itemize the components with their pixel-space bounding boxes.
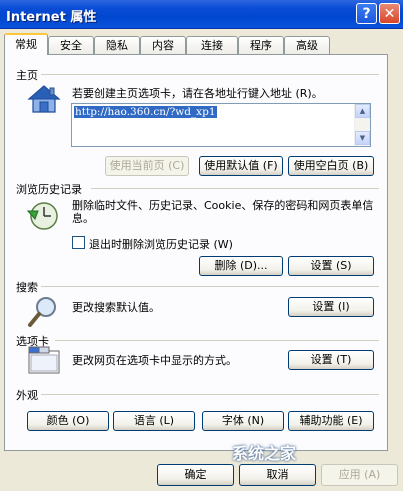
home-url-textarea[interactable]: http://hao.360.cn/?wd_xp1 ▲ ▼	[71, 103, 371, 147]
window-title: Internet 属性	[6, 10, 97, 25]
appearance-section-title: 外观	[16, 389, 38, 402]
tab-general[interactable]: 常规	[4, 33, 48, 55]
help-button[interactable]: ?	[356, 3, 377, 24]
history-separator	[91, 188, 379, 189]
delete-on-exit-label[interactable]: 退出时删除浏览历史记录 (W)	[89, 236, 233, 252]
fonts-button[interactable]: 字体 (N)	[202, 411, 284, 431]
delete-on-exit-checkbox[interactable]	[72, 236, 85, 249]
history-description: 删除临时文件、历史记录、Cookie、保存的密码和网页表单信息。	[72, 199, 374, 225]
tabs-settings-button[interactable]: 设置 (T)	[288, 350, 374, 370]
home-url-value[interactable]: http://hao.360.cn/?wd_xp1	[74, 106, 217, 118]
accessibility-button[interactable]: 辅助功能 (E)	[288, 411, 374, 431]
general-tab-panel: 主页 若要创建主页选项卡，请在各地址行键入地址 (R)。 http://hao.…	[4, 54, 388, 451]
search-section-title: 搜索	[16, 281, 38, 294]
apply-button[interactable]: 应用 (A)	[321, 464, 398, 486]
tabs-description: 更改网页在选项卡中显示的方式。	[72, 354, 237, 367]
use-current-button[interactable]: 使用当前页 (C)	[105, 156, 189, 176]
home-description: 若要创建主页选项卡，请在各地址行键入地址 (R)。	[72, 87, 323, 100]
home-separator	[41, 74, 379, 75]
scroll-up-icon[interactable]: ▲	[355, 104, 370, 118]
colors-button[interactable]: 颜色 (O)	[27, 411, 109, 431]
tab-privacy[interactable]: 隐私	[94, 36, 140, 55]
delete-history-button[interactable]: 删除 (D)...	[199, 256, 283, 276]
url-scrollbar[interactable]: ▲ ▼	[354, 104, 370, 146]
cancel-button[interactable]: 取消	[239, 464, 316, 486]
ok-button[interactable]: 确定	[157, 464, 234, 486]
history-section-title: 浏览历史记录	[16, 183, 82, 196]
watermark-logo: 系统之家	[232, 444, 297, 463]
appearance-separator	[41, 394, 379, 395]
search-separator	[41, 286, 379, 287]
close-button[interactable]: ✕	[379, 3, 400, 24]
title-bar[interactable]: Internet 属性 ? ✕	[0, 0, 403, 29]
close-icon: ✕	[383, 5, 396, 22]
tabbed-window-icon	[27, 345, 61, 375]
internet-properties-dialog: Internet 属性 ? ✕ 常规 安全 隐私 内容 连接 程序 高级 主页 …	[0, 0, 403, 491]
use-default-button[interactable]: 使用默认值 (F)	[199, 156, 283, 176]
history-settings-button[interactable]: 设置 (S)	[288, 256, 374, 276]
tab-advanced[interactable]: 高级	[284, 36, 330, 55]
tabs-separator	[55, 340, 379, 341]
tab-security[interactable]: 安全	[48, 36, 94, 55]
search-description: 更改搜索默认值。	[72, 301, 160, 314]
tab-content[interactable]: 内容	[140, 36, 186, 55]
home-section-title: 主页	[16, 69, 38, 82]
languages-button[interactable]: 语言 (L)	[113, 411, 195, 431]
house-icon	[27, 83, 61, 115]
magnifier-icon	[27, 295, 61, 329]
use-blank-button[interactable]: 使用空白页 (B)	[288, 156, 374, 176]
tab-programs[interactable]: 程序	[238, 36, 284, 55]
scroll-down-icon[interactable]: ▼	[355, 131, 370, 145]
clock-arrow-icon	[25, 199, 61, 233]
tab-connections[interactable]: 连接	[186, 36, 238, 55]
search-settings-button[interactable]: 设置 (I)	[288, 297, 374, 317]
help-icon: ?	[362, 5, 371, 22]
